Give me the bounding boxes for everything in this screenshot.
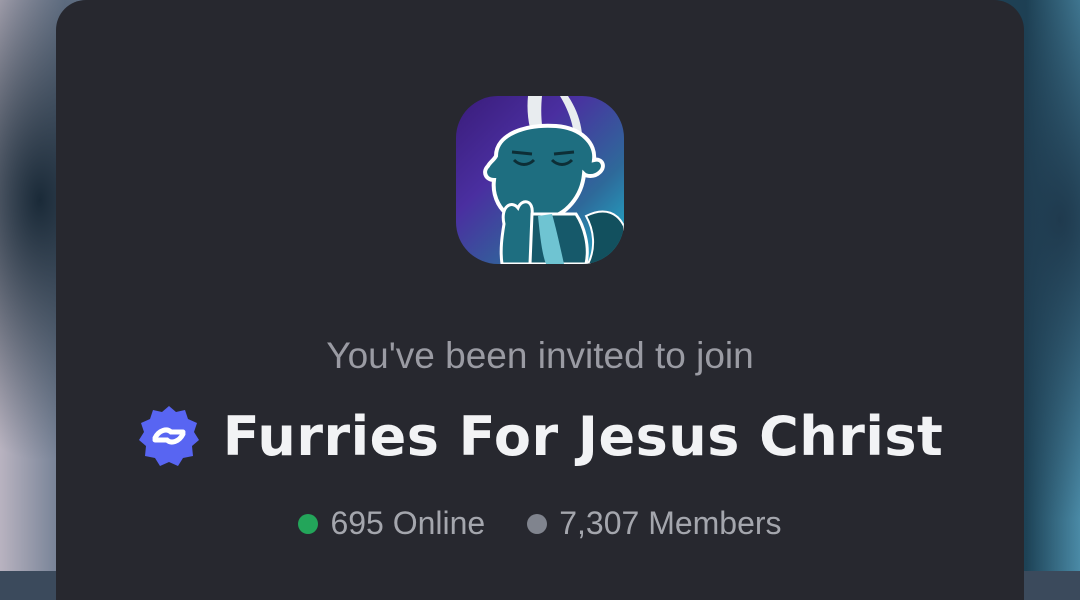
invite-heading: You've been invited to join <box>326 335 754 376</box>
members-dot-icon <box>527 513 548 534</box>
server-title-row: Furries For Jesus Christ <box>0 404 1080 468</box>
server-stats: 695 Online 7,307 Members <box>0 505 1080 542</box>
online-dot-icon <box>298 513 319 534</box>
members-label: 7,307 Members <box>559 505 782 541</box>
server-name: Furries For Jesus Christ <box>222 404 944 468</box>
online-label: 695 Online <box>330 505 486 541</box>
online-count: 695 Online <box>298 505 485 542</box>
verified-badge-icon <box>137 404 201 468</box>
member-count: 7,307 Members <box>527 505 782 542</box>
server-avatar <box>456 96 624 264</box>
